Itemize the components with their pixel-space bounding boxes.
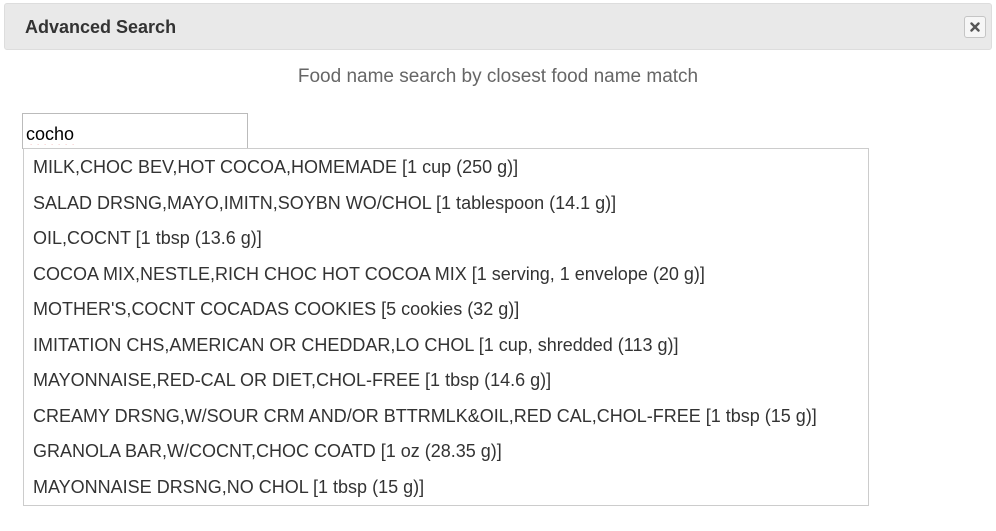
result-item[interactable]: MAYONNAISE DRSNG,NO CHOL [1 tbsp (15 g)] [24,470,868,506]
result-item[interactable]: MAYONNAISE,RED-CAL OR DIET,CHOL-FREE [1 … [24,363,868,399]
result-item[interactable]: MILK,CHOC BEV,HOT COCOA,HOMEMADE [1 cup … [24,150,868,186]
result-item[interactable]: GRANOLA BAR,W/COCNT,CHOC COATD [1 oz (28… [24,434,868,470]
result-item[interactable]: SALAD DRSNG,MAYO,IMITN,SOYBN WO/CHOL [1 … [24,186,868,222]
dialog-titlebar: Advanced Search [4,3,992,50]
result-item[interactable]: IMITATION CHS,AMERICAN OR CHEDDAR,LO CHO… [24,328,868,364]
close-icon [970,22,980,32]
food-search-input[interactable] [22,113,248,149]
result-item[interactable]: COCOA MIX,NESTLE,RICH CHOC HOT COCOA MIX… [24,257,868,293]
autocomplete-results-list: MILK,CHOC BEV,HOT COCOA,HOMEMADE [1 cup … [23,148,869,506]
dialog-title: Advanced Search [25,17,177,37]
close-button[interactable] [964,16,986,38]
result-item[interactable]: MOTHER'S,COCNT COCADAS COOKIES [5 cookie… [24,292,868,328]
search-description: Food name search by closest food name ma… [297,66,699,87]
result-item[interactable]: OIL,COCNT [1 tbsp (13.6 g)] [24,221,868,257]
result-item[interactable]: CREAMY DRSNG,W/SOUR CRM AND/OR BTTRMLK&O… [24,399,868,435]
